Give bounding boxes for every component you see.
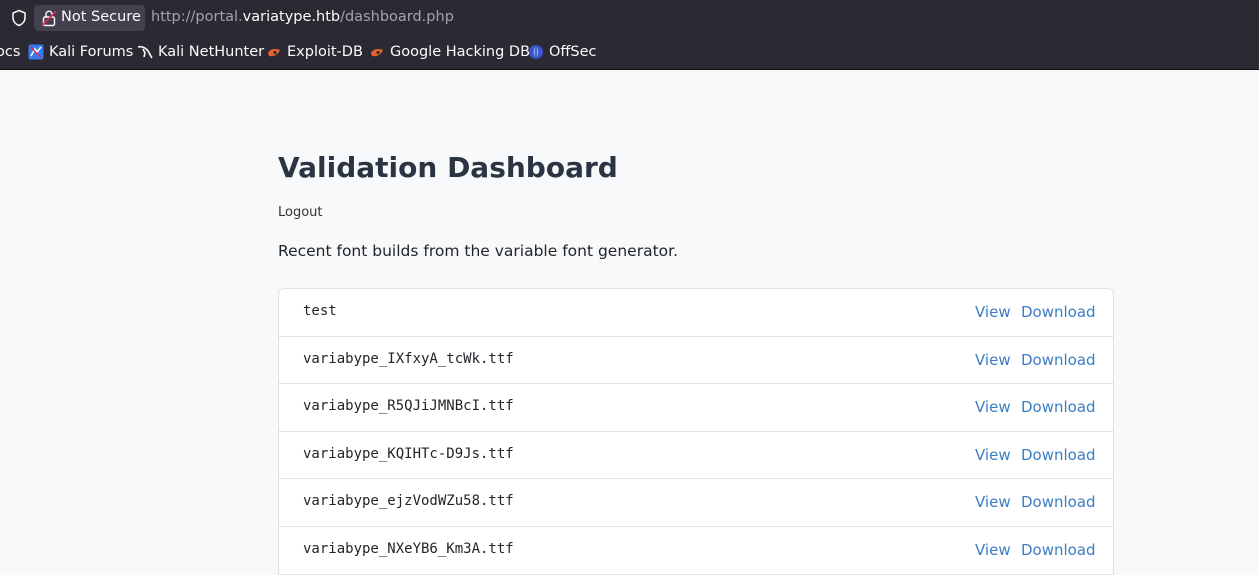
intro-text: Recent font builds from the variable fon… [278, 242, 679, 260]
offsec-icon [529, 45, 543, 59]
build-filename: test [303, 303, 337, 319]
url-bar[interactable]: Not Secure http://portal.variatype.htb/d… [0, 0, 1259, 36]
build-filename: variabype_R5QJiJMNBcI.ttf [303, 398, 514, 415]
logout-link[interactable]: Logout [278, 205, 323, 220]
google-hacking-db-icon [371, 49, 383, 57]
list-item: variabype_IXfxyA_tcWk.ttf View Download [279, 337, 1113, 385]
exploit-db-icon [268, 49, 280, 57]
not-secure-label: Not Secure [61, 9, 141, 25]
bookmark-google-hacking-db[interactable]: Google Hacking DB [369, 44, 530, 60]
list-item: variabype_ejzVodWZu58.ttf View Download [279, 479, 1113, 527]
url-path: /dashboard.php [340, 9, 454, 25]
address-field[interactable]: http://portal.variatype.htb/dashboard.ph… [151, 9, 454, 25]
kali-forums-icon [28, 44, 44, 60]
insecure-lock-icon [41, 10, 57, 27]
list-item: variabype_R5QJiJMNBcI.ttf View Download [279, 384, 1113, 432]
bookmark-label: Kali NetHunter [158, 44, 265, 60]
view-link[interactable]: View [975, 351, 1011, 369]
build-filename: variabype_NXeYB6_Km3A.ttf [303, 540, 514, 557]
download-link[interactable]: Download [1021, 493, 1096, 511]
download-link[interactable]: Download [1021, 541, 1096, 559]
tracking-protection-shield-icon[interactable] [10, 9, 28, 27]
url-host: variatype.htb [242, 9, 341, 25]
connection-security-indicator[interactable]: Not Secure [34, 5, 145, 31]
list-item: variabype_NXeYB6_Km3A.ttf View Download [279, 527, 1113, 575]
page-title: Validation Dashboard [278, 151, 618, 184]
list-item: test View Download [279, 289, 1113, 337]
bookmarks-toolbar: ocs Kali Forums Kali NetHunter Exploit-D… [0, 36, 1259, 70]
bookmark-kali-forums[interactable]: Kali Forums [28, 44, 133, 60]
page-content: Validation Dashboard Logout Recent font … [0, 71, 1259, 575]
kali-nethunter-icon [137, 45, 153, 59]
bookmark-label: Kali Forums [49, 44, 134, 60]
bookmark-label: ocs [0, 44, 21, 60]
bookmark-label: Exploit-DB [287, 44, 363, 60]
url-prefix: http://portal. [151, 9, 243, 25]
bookmark-exploit-db[interactable]: Exploit-DB [266, 44, 363, 60]
bookmark-kali-nethunter[interactable]: Kali NetHunter [137, 44, 264, 60]
view-link[interactable]: View [975, 541, 1011, 559]
font-builds-list: test View Download variabype_IXfxyA_tcWk… [278, 288, 1114, 575]
build-filename: variabype_IXfxyA_tcWk.ttf [303, 350, 514, 367]
bookmark-offsec[interactable]: OffSec [528, 44, 597, 60]
build-filename: variabype_ejzVodWZu58.ttf [303, 493, 514, 510]
download-link[interactable]: Download [1021, 398, 1096, 416]
bookmark-label: OffSec [549, 44, 597, 60]
build-filename: variabype_KQIHTc-D9Js.ttf [303, 445, 514, 462]
view-link[interactable]: View [975, 303, 1011, 321]
download-link[interactable]: Download [1021, 351, 1096, 369]
bookmark-label: Google Hacking DB [390, 44, 531, 60]
view-link[interactable]: View [975, 493, 1011, 511]
view-link[interactable]: View [975, 398, 1011, 416]
download-link[interactable]: Download [1021, 303, 1096, 321]
bookmark-docs[interactable]: ocs [0, 44, 20, 60]
view-link[interactable]: View [975, 446, 1011, 464]
download-link[interactable]: Download [1021, 446, 1096, 464]
list-item: variabype_KQIHTc-D9Js.ttf View Download [279, 432, 1113, 480]
